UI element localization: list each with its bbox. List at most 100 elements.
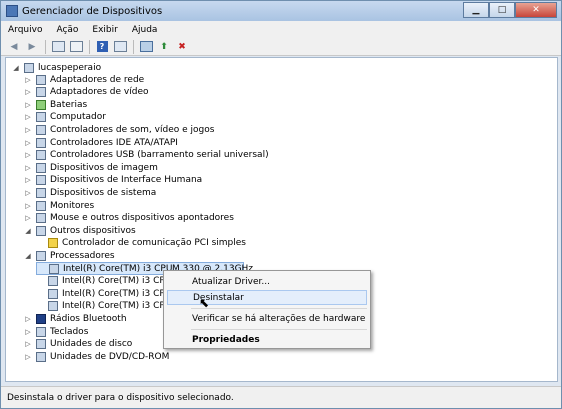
- tree-item[interactable]: ▷ Adaptadores de vídeo: [24, 86, 149, 99]
- tree-item[interactable]: ▷ Controladores USB (barramento serial un…: [24, 149, 269, 162]
- ide-controller-icon: [36, 137, 46, 148]
- expand-icon[interactable]: ▷: [24, 353, 32, 361]
- network-adapter-icon: [36, 74, 46, 85]
- status-text: Desinstala o driver para o dispositivo s…: [7, 392, 234, 403]
- tree-item[interactable]: Controlador de comunicação PCI simples: [36, 237, 246, 250]
- speaker-icon: [36, 124, 46, 135]
- tree-item-label: Teclados: [50, 326, 89, 337]
- menu-item-scan-hardware[interactable]: Verificar se há alterações de hardware: [167, 311, 367, 326]
- tree-item[interactable]: ▷ Monitores: [24, 199, 94, 212]
- tree-item[interactable]: Intel(R) Core(TM) i3 CPU: [36, 275, 171, 288]
- tree-item[interactable]: Intel(R) Core(TM) i3 CPU: [36, 287, 171, 300]
- tree-item[interactable]: ▷ Controladores IDE ATA/ATAPI: [24, 136, 178, 149]
- back-arrow-icon[interactable]: ◀: [7, 40, 21, 53]
- update-driver-icon[interactable]: ⬆: [157, 40, 171, 53]
- system-device-icon: [36, 187, 46, 198]
- scan-hardware-icon[interactable]: [139, 40, 153, 53]
- menu-item-uninstall[interactable]: Desinstalar: [167, 290, 367, 305]
- menu-acao[interactable]: Ação: [49, 25, 85, 35]
- menu-bar: Arquivo Ação Exibir Ajuda: [1, 21, 561, 39]
- tree-item[interactable]: ▷ Dispositivos de Interface Humana: [24, 174, 202, 187]
- tree-item[interactable]: ◢ Outros dispositivos: [24, 224, 136, 237]
- menu-item-properties[interactable]: Propriedades: [167, 332, 367, 347]
- tree-item-label: Intel(R) Core(TM) i3 CPU: [62, 301, 172, 312]
- forward-arrow-icon[interactable]: ▶: [25, 40, 39, 53]
- context-menu: Atualizar Driver... Desinstalar Verifica…: [163, 270, 371, 349]
- title-bar: Gerenciador de Dispositivos ▁ □ ✕: [1, 1, 561, 21]
- tree-item[interactable]: ▷ Mouse e outros dispositivos apontadores: [24, 212, 234, 225]
- tree-item[interactable]: ▷ Adaptadores de rede: [24, 73, 144, 86]
- expand-icon[interactable]: ▷: [24, 202, 32, 210]
- expand-icon[interactable]: ▷: [24, 164, 32, 172]
- tree-item[interactable]: ▷ Unidades de disco: [24, 338, 132, 351]
- expand-icon[interactable]: ▷: [24, 126, 32, 134]
- tree-item-label: Mouse e outros dispositivos apontadores: [50, 213, 234, 224]
- tree-item-label: Dispositivos de sistema: [50, 187, 157, 198]
- display-adapter-icon: [36, 87, 46, 98]
- tree-item[interactable]: ▷ Unidades de DVD/CD-ROM: [24, 350, 169, 363]
- uninstall-device-icon[interactable]: ✖: [175, 40, 189, 53]
- tree-item[interactable]: ▷ Computador: [24, 111, 106, 124]
- tree-item[interactable]: ◢ Processadores: [24, 249, 115, 262]
- toolbar: ◀ ▶ ? ⬆ ✖: [1, 38, 561, 56]
- tree-item-label: Baterias: [50, 99, 88, 110]
- expand-icon[interactable]: ▷: [24, 340, 32, 348]
- window-controls: ▁ □ ✕: [463, 2, 557, 18]
- tree-item-label: Dispositivos de imagem: [50, 162, 158, 173]
- tree-item[interactable]: ▷ Controladores de som, vídeo e jogos: [24, 123, 214, 136]
- menu-arquivo[interactable]: Arquivo: [1, 25, 49, 35]
- processor-icon: [48, 276, 58, 287]
- tree-item[interactable]: ▷ Dispositivos de sistema: [24, 186, 156, 199]
- tree-item[interactable]: ▷ Rádios Bluetooth: [24, 312, 127, 325]
- computer-icon: [24, 62, 34, 73]
- collapse-icon[interactable]: ◢: [24, 252, 32, 260]
- menu-item-update-driver[interactable]: Atualizar Driver...: [167, 274, 367, 289]
- collapse-icon[interactable]: ◢: [24, 227, 32, 235]
- toolbar-divider: [89, 39, 90, 54]
- tree-item-label: Monitores: [50, 200, 95, 211]
- tree-item[interactable]: Intel(R) Core(TM) i3 CPU: [36, 300, 171, 313]
- window-title: Gerenciador de Dispositivos: [22, 5, 163, 17]
- collapse-icon[interactable]: ◢: [12, 64, 20, 72]
- menu-exibir[interactable]: Exibir: [85, 25, 124, 35]
- mouse-pointer-icon: ⬉: [199, 296, 210, 310]
- toolbar-divider: [45, 39, 46, 54]
- tree-item[interactable]: ▷ Teclados: [24, 325, 88, 338]
- expand-icon[interactable]: ▷: [24, 139, 32, 147]
- expand-icon[interactable]: ▷: [24, 101, 32, 109]
- console-tree-icon[interactable]: [51, 40, 65, 53]
- tree-item[interactable]: ▷ Dispositivos de imagem: [24, 161, 158, 174]
- device-manager-window: Gerenciador de Dispositivos ▁ □ ✕ Arquiv…: [0, 0, 562, 409]
- help-icon[interactable]: ?: [95, 40, 109, 53]
- maximize-button[interactable]: □: [489, 2, 515, 18]
- properties-view-icon[interactable]: [113, 40, 127, 53]
- expand-icon[interactable]: ▷: [24, 88, 32, 96]
- minimize-button[interactable]: ▁: [463, 2, 489, 18]
- other-devices-icon: [36, 225, 46, 236]
- close-button[interactable]: ✕: [515, 2, 557, 18]
- tree-item-label: Controlador de comunicação PCI simples: [62, 238, 246, 249]
- expand-icon[interactable]: ▷: [24, 151, 32, 159]
- tree-item-label: Intel(R) Core(TM) i3 CPU: [62, 276, 172, 287]
- bluetooth-icon: [36, 313, 46, 324]
- computer-icon: [36, 112, 46, 123]
- tree-item-label: Computador: [50, 112, 106, 123]
- details-view-icon[interactable]: [69, 40, 83, 53]
- expand-icon[interactable]: ▷: [24, 214, 32, 222]
- expand-icon[interactable]: ▷: [24, 176, 32, 184]
- expand-icon[interactable]: ▷: [24, 328, 32, 336]
- battery-icon: [36, 99, 46, 110]
- menu-divider: [191, 329, 367, 330]
- expand-icon[interactable]: ▷: [24, 76, 32, 84]
- disk-drive-icon: [36, 339, 46, 350]
- expand-icon[interactable]: ▷: [24, 189, 32, 197]
- expand-icon[interactable]: ▷: [24, 315, 32, 323]
- processor-icon: [36, 250, 46, 261]
- tree-item-label: Outros dispositivos: [50, 225, 136, 236]
- menu-ajuda[interactable]: Ajuda: [125, 25, 165, 35]
- expand-icon[interactable]: ▷: [24, 113, 32, 121]
- processor-icon: [49, 263, 59, 274]
- hid-icon: [36, 175, 46, 186]
- tree-item[interactable]: ▷ Baterias: [24, 98, 87, 111]
- tree-root-label: lucaspeperaio: [38, 62, 102, 73]
